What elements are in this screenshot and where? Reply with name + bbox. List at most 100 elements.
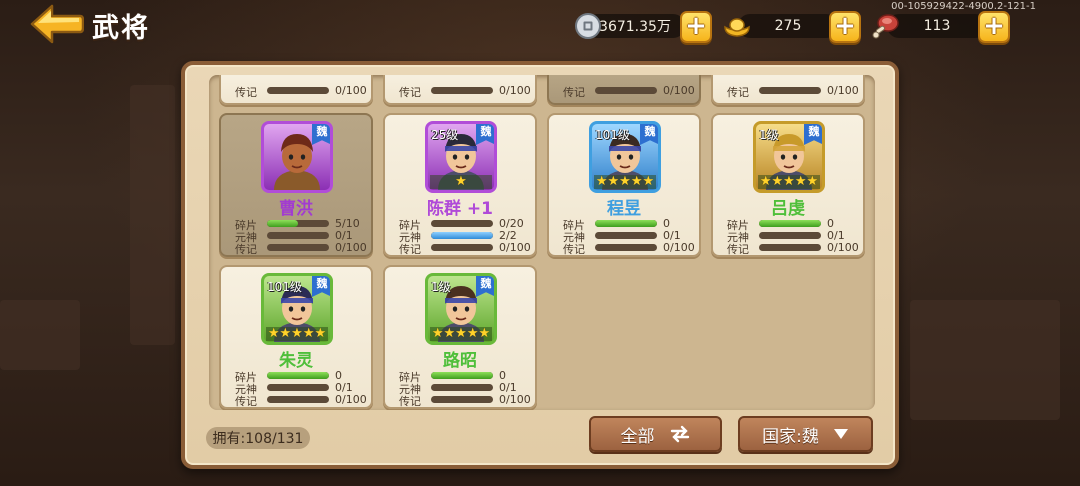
progress-bar <box>431 396 493 403</box>
hero-card-partial[interactable]: 传记 0/100 <box>383 75 537 105</box>
progress-bar <box>595 232 657 239</box>
hero-card[interactable]: 101级 魏 ★ ★ ★ ★ ★ 朱灵 碎片 0 元神 0/1 传记 0/100 <box>219 265 373 409</box>
progress-bar <box>595 244 657 251</box>
country-filter-dropdown[interactable]: 国家:魏 <box>738 416 873 452</box>
hero-name: 陈群 +1 <box>427 199 493 219</box>
progress-bar <box>595 220 657 227</box>
star-icon: ★ <box>783 174 795 189</box>
filter-all-button[interactable]: 全部 <box>589 416 722 452</box>
star-icon: ★ <box>619 174 631 189</box>
hero-name: 曹洪 <box>279 199 313 219</box>
star-icon: ★ <box>806 174 819 189</box>
page-title: 武将 <box>92 13 150 44</box>
hero-card-partial[interactable]: 传记 0/100 <box>547 75 701 105</box>
star-icon: ★ <box>302 326 315 341</box>
star-rating: ★ <box>430 175 492 189</box>
filter-all-label: 全部 <box>620 426 655 447</box>
hero-list[interactable]: 传记 0/100 传记 0/100 传记 0/100 传记 0/100 魏 曹洪… <box>209 75 875 410</box>
hero-name: 路昭 <box>443 351 477 371</box>
progress-fill <box>267 220 298 227</box>
hero-card-partial[interactable]: 传记 0/100 <box>219 75 373 105</box>
hero-level: 1级 <box>431 280 451 294</box>
meat-icon <box>872 14 899 39</box>
star-icon: ★ <box>291 326 303 341</box>
stat-value: 0/100 <box>499 241 531 254</box>
progress-bar <box>759 232 821 239</box>
hero-portrait: 25级 魏 ★ <box>425 121 497 193</box>
progress-fill <box>595 220 657 227</box>
star-icon: ★ <box>267 326 280 341</box>
progress-fill <box>431 232 493 239</box>
star-icon: ★ <box>630 174 643 189</box>
star-rating: ★ ★ ★ ★ ★ <box>758 175 820 189</box>
hero-level: 101级 <box>267 280 302 294</box>
progress-bar <box>431 244 493 251</box>
star-icon: ★ <box>279 326 292 341</box>
stat-label: 传记 <box>235 243 257 256</box>
hero-level: 25级 <box>431 128 459 142</box>
back-button[interactable] <box>30 4 85 44</box>
star-rating: ★ ★ ★ ★ ★ <box>430 327 492 341</box>
hero-portrait: 魏 <box>261 121 333 193</box>
owned-count: 拥有:108/131 <box>206 427 310 449</box>
stat-value: 0/100 <box>663 241 695 254</box>
add-meat-button[interactable]: + <box>978 11 1010 43</box>
progress-bar <box>759 244 821 251</box>
meat-resource: 113 + <box>871 11 1011 43</box>
hero-card[interactable]: 1级 魏 ★ ★ ★ ★ ★ 路昭 碎片 0 元神 0/1 传记 0/100 <box>383 265 537 409</box>
hero-card[interactable]: 魏 曹洪 碎片 5/10 元神 0/1 传记 0/100 <box>219 113 373 257</box>
progress-bar <box>431 232 493 239</box>
stat-value: 0/100 <box>499 393 531 406</box>
progress-bar <box>267 372 329 379</box>
hero-name: 程昱 <box>607 199 641 219</box>
progress-bar <box>267 244 329 251</box>
progress-bar <box>759 220 821 227</box>
star-icon: ★ <box>607 174 620 189</box>
gold-value: 275 <box>774 18 802 34</box>
star-icon: ★ <box>466 326 479 341</box>
star-icon: ★ <box>314 326 327 341</box>
progress-bar <box>267 232 329 239</box>
plus-icon: + <box>983 10 1005 41</box>
stat-label: 传记 <box>399 395 421 408</box>
stat-label: 传记 <box>727 243 749 256</box>
swap-icon <box>670 425 689 443</box>
hero-level: 1级 <box>759 128 779 142</box>
hero-portrait: 101级 魏 ★ ★ ★ ★ ★ <box>589 121 661 193</box>
stat-value: 0/100 <box>827 241 859 254</box>
background-shelf <box>0 300 80 370</box>
star-icon: ★ <box>771 174 784 189</box>
star-rating: ★ ★ ★ ★ ★ <box>266 327 328 341</box>
add-silver-button[interactable]: + <box>680 11 712 43</box>
progress-bar <box>431 384 493 391</box>
progress-bar <box>431 372 493 379</box>
hero-level: 101级 <box>595 128 630 142</box>
progress-bar <box>431 220 493 227</box>
hero-card-partial[interactable]: 传记 0/100 <box>711 75 865 105</box>
progress-bar <box>267 396 329 403</box>
add-gold-button[interactable]: + <box>829 11 861 43</box>
hero-name: 朱灵 <box>279 351 313 371</box>
hero-portrait: 101级 魏 ★ ★ ★ ★ ★ <box>261 273 333 345</box>
gold-ingot-icon <box>724 18 750 37</box>
hero-card[interactable]: 25级 魏 ★ 陈群 +1 碎片 0/20 元神 2/2 传记 0/100 <box>383 113 537 257</box>
stat-label: 传记 <box>399 243 421 256</box>
hero-panel: 传记 0/100 传记 0/100 传记 0/100 传记 0/100 魏 曹洪… <box>181 61 899 469</box>
star-rating: ★ ★ ★ ★ ★ <box>594 175 656 189</box>
star-icon: ★ <box>759 174 772 189</box>
hero-card[interactable]: 101级 魏 ★ ★ ★ ★ ★ 程昱 碎片 0 元神 0/1 传记 0/100 <box>547 113 701 257</box>
silver-coin-icon <box>575 13 601 39</box>
progress-fill <box>759 220 821 227</box>
star-icon: ★ <box>478 326 491 341</box>
star-icon: ★ <box>794 174 807 189</box>
hero-card[interactable]: 1级 魏 ★ ★ ★ ★ ★ 吕虔 碎片 0 元神 0/1 传记 0/100 <box>711 113 865 257</box>
star-icon: ★ <box>455 326 467 341</box>
plus-icon: + <box>685 10 707 41</box>
silver-value: 3671.35万 <box>599 19 671 35</box>
silver-resource: 3671.35万 + <box>573 11 713 43</box>
star-icon: ★ <box>443 326 456 341</box>
hero-portrait: 1级 魏 ★ ★ ★ ★ ★ <box>753 121 825 193</box>
hero-name: 吕虔 <box>771 199 805 219</box>
star-icon: ★ <box>431 326 444 341</box>
stat-value: 0/100 <box>335 393 367 406</box>
